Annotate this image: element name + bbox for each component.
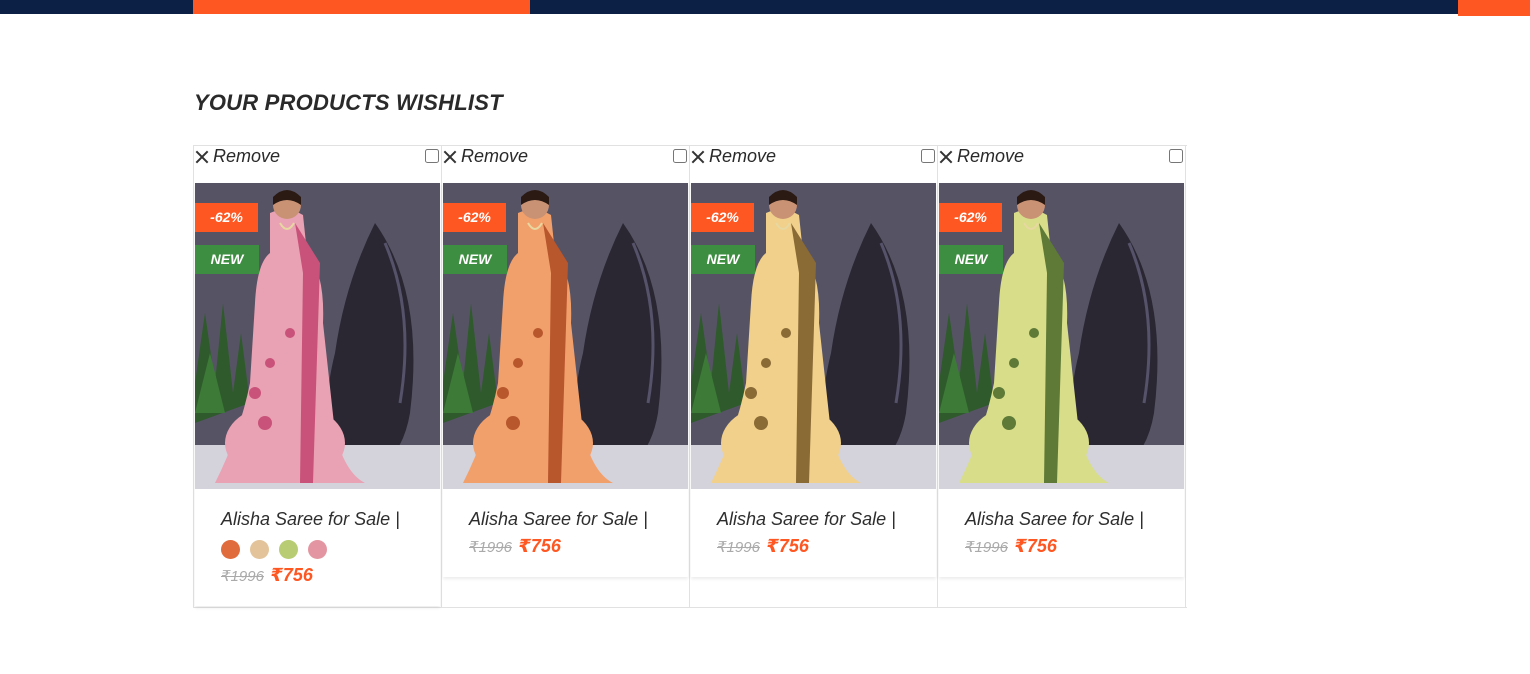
discount-badge: -62% [691, 203, 754, 232]
select-item-checkbox[interactable] [921, 149, 935, 163]
color-swatch[interactable] [308, 540, 327, 559]
product-info: Alisha Saree for Sale | ₹1996 ₹756 [691, 489, 936, 577]
wishlist-grid: Remove -62% NEW Alisha Saree for Sale | … [193, 145, 1187, 608]
select-item-checkbox[interactable] [673, 149, 687, 163]
discount-badge: -62% [195, 203, 258, 232]
price-block: ₹1996 ₹756 [965, 536, 1158, 557]
sale-price: ₹756 [518, 536, 561, 556]
remove-label: Remove [957, 146, 1025, 166]
remove-button[interactable]: Remove [195, 146, 280, 167]
wishlist-item: Remove -62% NEW Alisha Saree for Sale | … [938, 146, 1186, 607]
top-navigation-bar [0, 0, 1530, 16]
original-price: ₹1996 [469, 539, 512, 556]
color-swatch[interactable] [250, 540, 269, 559]
wishlist-item: Remove -62% NEW Alisha Saree for Sale | … [690, 146, 938, 607]
page-title: YOUR PRODUCTS WISHLIST [194, 90, 503, 115]
original-price: ₹1996 [965, 539, 1008, 556]
product-name[interactable]: Alisha Saree for Sale | [965, 509, 1158, 530]
product-name[interactable]: Alisha Saree for Sale | [221, 509, 414, 530]
remove-button[interactable]: Remove [939, 146, 1024, 167]
product-info: Alisha Saree for Sale | ₹1996 ₹756 [443, 489, 688, 577]
new-badge: NEW [691, 245, 755, 274]
remove-button[interactable]: Remove [443, 146, 528, 167]
remove-label: Remove [213, 146, 281, 166]
nav-accent-right [1458, 0, 1530, 16]
item-toolbar: Remove [194, 146, 441, 184]
original-price: ₹1996 [717, 539, 760, 556]
product-name[interactable]: Alisha Saree for Sale | [469, 509, 662, 530]
item-toolbar: Remove [938, 146, 1185, 184]
color-swatch[interactable] [221, 540, 240, 559]
product-image[interactable]: -62% NEW [443, 183, 688, 489]
product-card[interactable]: -62% NEW Alisha Saree for Sale | ₹1996 ₹… [691, 183, 936, 577]
sale-price: ₹756 [1014, 536, 1057, 556]
product-name[interactable]: Alisha Saree for Sale | [717, 509, 910, 530]
sale-price: ₹756 [766, 536, 809, 556]
price-block: ₹1996 ₹756 [717, 536, 910, 557]
close-icon [443, 150, 457, 164]
product-info: Alisha Saree for Sale | ₹1996 ₹756 [195, 489, 440, 606]
active-nav-indicator [193, 0, 530, 14]
item-toolbar: Remove [442, 146, 689, 184]
discount-badge: -62% [443, 203, 506, 232]
color-swatch[interactable] [279, 540, 298, 559]
product-info: Alisha Saree for Sale | ₹1996 ₹756 [939, 489, 1184, 577]
remove-label: Remove [461, 146, 529, 166]
close-icon [691, 150, 705, 164]
price-block: ₹1996 ₹756 [469, 536, 662, 557]
product-image[interactable]: -62% NEW [195, 183, 440, 489]
item-toolbar: Remove [690, 146, 937, 184]
new-badge: NEW [443, 245, 507, 274]
product-card[interactable]: -62% NEW Alisha Saree for Sale | ₹1996 ₹… [443, 183, 688, 577]
wishlist-item: Remove -62% NEW Alisha Saree for Sale | … [442, 146, 690, 607]
remove-button[interactable]: Remove [691, 146, 776, 167]
original-price: ₹1996 [221, 568, 264, 585]
product-image[interactable]: -62% NEW [939, 183, 1184, 489]
select-item-checkbox[interactable] [1169, 149, 1183, 163]
remove-label: Remove [709, 146, 777, 166]
product-image[interactable]: -62% NEW [691, 183, 936, 489]
select-item-checkbox[interactable] [425, 149, 439, 163]
discount-badge: -62% [939, 203, 1002, 232]
new-badge: NEW [939, 245, 1003, 274]
product-card[interactable]: -62% NEW Alisha Saree for Sale | ₹1996 ₹… [939, 183, 1184, 577]
price-block: ₹1996 ₹756 [221, 565, 414, 586]
close-icon [195, 150, 209, 164]
sale-price: ₹756 [270, 565, 313, 585]
close-icon [939, 150, 953, 164]
product-card[interactable]: -62% NEW Alisha Saree for Sale | ₹1996 ₹… [195, 183, 440, 606]
wishlist-item: Remove -62% NEW Alisha Saree for Sale | … [194, 146, 442, 607]
color-swatches [221, 540, 414, 559]
new-badge: NEW [195, 245, 259, 274]
